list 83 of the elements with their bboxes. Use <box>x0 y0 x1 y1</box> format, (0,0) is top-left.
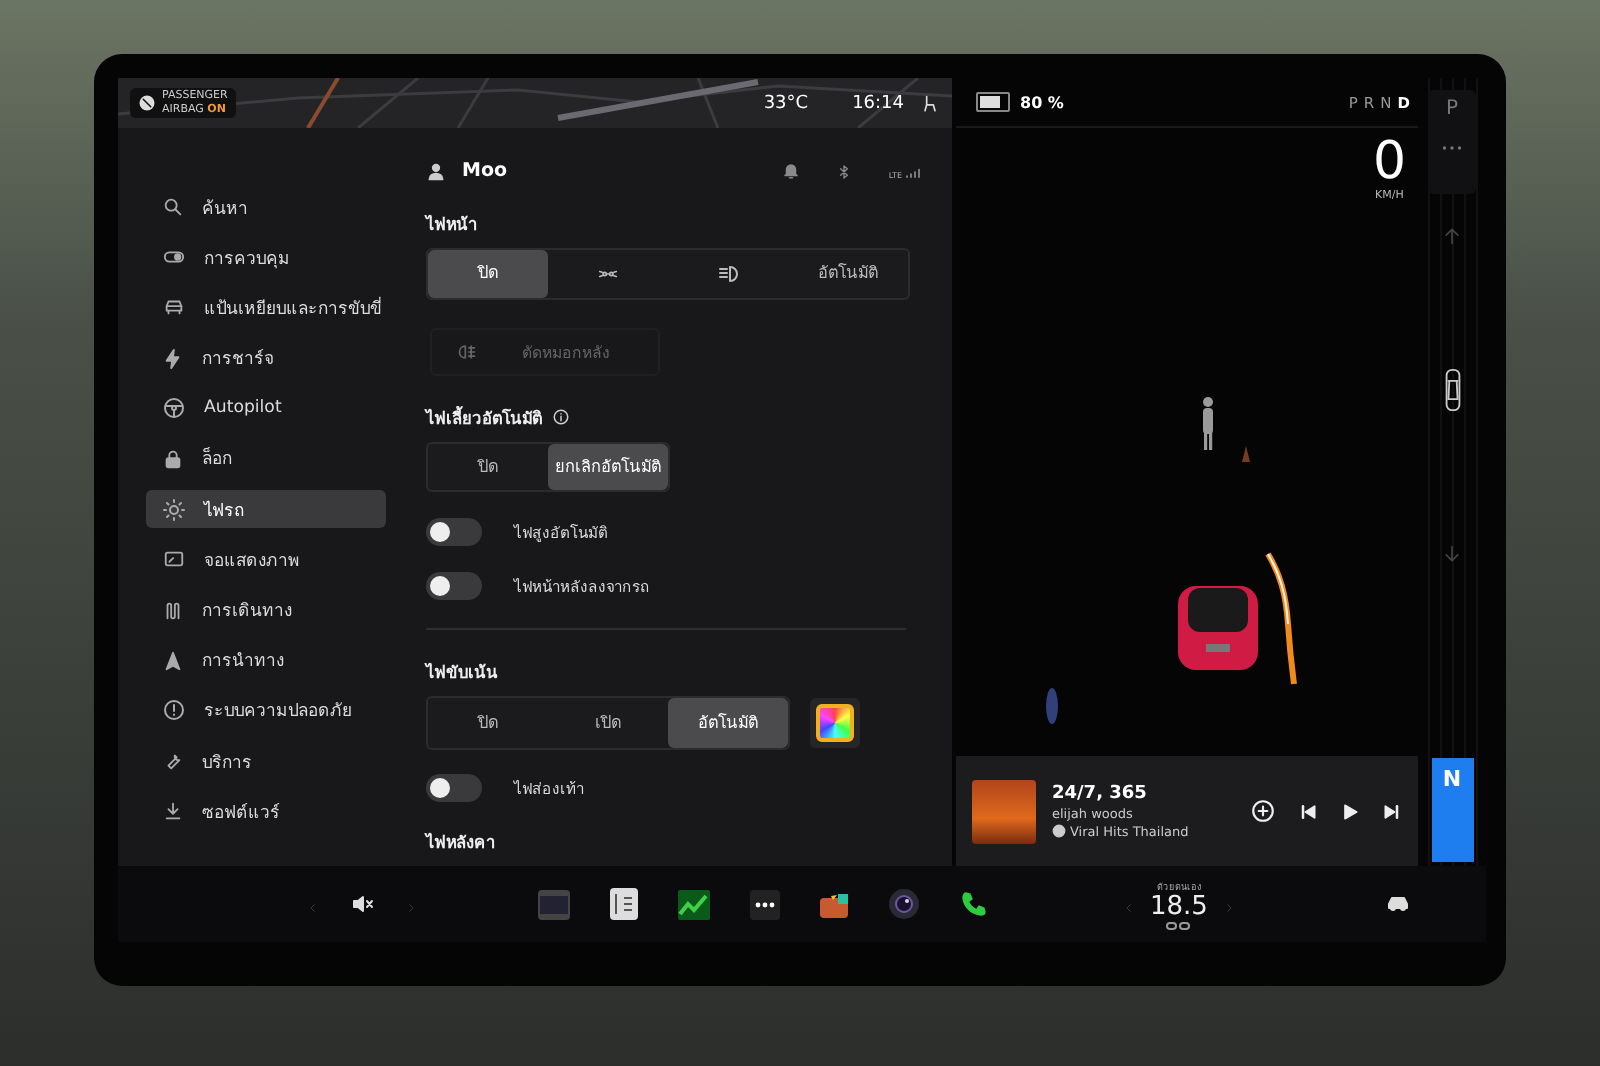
menu-item[interactable]: บริการ <box>146 742 386 781</box>
sun-icon <box>162 497 186 522</box>
section-heading: ไฟหน้า <box>426 212 480 239</box>
next-icon <box>1382 801 1402 821</box>
battery-percentage: 80 % <box>1020 93 1064 111</box>
steering-wheel-icon <box>162 396 186 421</box>
color-picker-button[interactable] <box>810 697 860 748</box>
play-icon <box>1340 801 1360 821</box>
previous-button[interactable] <box>1298 801 1318 821</box>
menu-item[interactable]: การชาร์จ <box>146 339 386 378</box>
park-button[interactable]: P <box>1445 98 1459 120</box>
segment-option[interactable]: ปิด <box>428 697 548 748</box>
more-apps-icon[interactable] <box>746 886 782 922</box>
music-source-icon <box>1052 824 1066 838</box>
menu-item[interactable]: ค้นหา <box>146 188 386 226</box>
menu-item[interactable]: การเดินทาง <box>146 591 386 629</box>
car-top-view-icon <box>1441 364 1463 416</box>
chevron-left-icon <box>1124 899 1134 915</box>
speed-value: 0 <box>1372 134 1406 190</box>
navigation-arrow-icon <box>162 649 184 672</box>
phone-app-icon[interactable] <box>956 886 992 922</box>
chevron-right-icon <box>406 899 416 915</box>
arrow-down-icon <box>1442 542 1462 566</box>
info-icon <box>552 408 570 427</box>
dots-icon <box>1442 144 1462 152</box>
chevron-right-icon <box>1223 899 1234 915</box>
menu-item[interactable]: จอแสดงภาพ <box>146 540 386 579</box>
notepad-app-icon[interactable] <box>606 886 642 922</box>
segment-option[interactable]: อัตโนมัติ <box>788 250 908 298</box>
camera-app-icon[interactable] <box>886 886 922 922</box>
section-heading: ไฟหลังคา <box>426 829 498 856</box>
track-title: 24/7, 365 <box>1052 783 1149 803</box>
next-button[interactable] <box>1382 801 1402 821</box>
menu-item[interactable]: การนำทาง <box>146 641 386 680</box>
route-icon <box>162 599 184 621</box>
user-icon <box>426 161 446 182</box>
display-icon <box>162 548 186 571</box>
menu-item[interactable]: ระบบความปลอดภัย <box>146 691 386 730</box>
section-heading: ไฟเลี้ยวอัตโนมัติ <box>426 404 542 432</box>
add-icon <box>1250 798 1276 824</box>
search-icon <box>162 196 184 218</box>
gear-selector-button[interactable]: N <box>1431 758 1473 862</box>
album-art-placeholder <box>972 779 1036 843</box>
toggle-switch[interactable] <box>426 517 482 546</box>
signal-bars-icon <box>904 163 922 180</box>
menu-item[interactable]: แป้นเหยียบและการขับขี่ <box>146 288 386 327</box>
menu-item[interactable]: ซอฟต์แวร์ <box>146 792 386 831</box>
seat-heater-icon <box>1166 921 1191 929</box>
segment-option[interactable]: ปิด <box>428 443 548 491</box>
low-beam-icon <box>713 261 743 286</box>
toggle-switch[interactable] <box>426 571 482 600</box>
download-icon <box>162 800 184 823</box>
chevron-left-icon <box>308 899 318 915</box>
menu-item[interactable]: Autopilot <box>146 389 386 428</box>
outside-temperature: 33°C <box>763 93 809 113</box>
play-button[interactable] <box>1340 801 1360 821</box>
alert-icon <box>162 698 186 723</box>
menu-item[interactable]: การควบคุม <box>146 238 386 277</box>
clock-time: 16:14 <box>852 93 904 113</box>
bell-icon <box>782 162 801 181</box>
menu-item[interactable]: ล็อก <box>146 439 386 478</box>
segment-option[interactable]: ยกเลิกอัตโนมัติ <box>548 443 668 491</box>
menu-item[interactable]: ไฟรถ <box>146 490 386 529</box>
bluetooth-icon <box>836 161 853 182</box>
segment-option[interactable]: ปิด <box>428 250 548 298</box>
fog-light-icon <box>456 341 478 362</box>
temperature-setting[interactable]: 18.5 <box>1150 893 1208 921</box>
toggle-icon <box>162 246 186 269</box>
segment-option[interactable]: เปิด <box>548 697 668 748</box>
add-button[interactable] <box>1250 798 1276 824</box>
airbag-off-icon <box>138 94 156 112</box>
section-heading: ไฟขับเน้น <box>426 659 500 686</box>
previous-icon <box>1298 801 1318 821</box>
chart-app-icon[interactable] <box>676 886 712 922</box>
arrow-up-icon <box>1442 224 1462 248</box>
toggle-switch[interactable] <box>426 773 482 802</box>
lightning-icon <box>162 347 184 370</box>
car-icon <box>162 296 186 319</box>
seat-icon <box>920 94 940 114</box>
segment-option[interactable]: อัตโนมัติ <box>668 697 788 748</box>
lock-icon <box>162 447 184 470</box>
profile-name: Moo <box>462 160 508 183</box>
battery-icon <box>976 92 1010 112</box>
